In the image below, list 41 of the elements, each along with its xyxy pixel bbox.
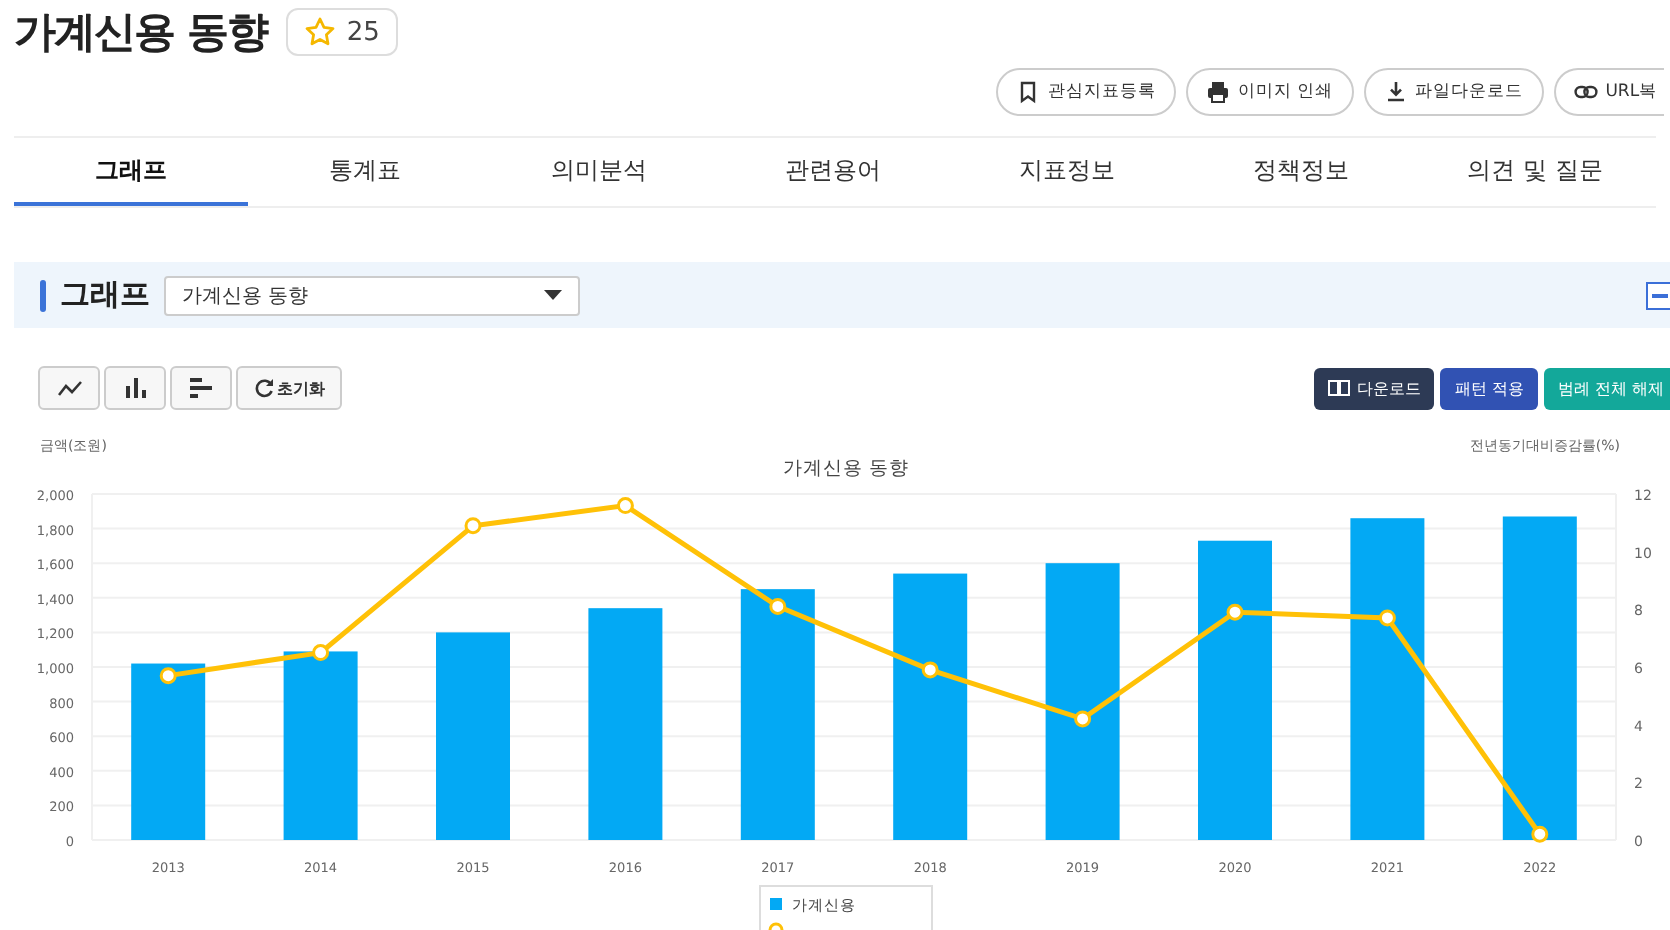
collapse-button[interactable] [1646,281,1670,309]
toolbar-button[interactable]: 패턴 적용 [1440,367,1538,409]
action-button[interactable]: URL복 [1553,68,1664,116]
chart-type-button[interactable] [38,366,100,410]
caret-down-icon [544,290,562,300]
data-point [1531,825,1549,843]
section-title: 그래프 [60,276,150,314]
chart-type-button[interactable] [104,366,166,410]
reset-button[interactable]: 초기화 [236,366,342,410]
bar-chart-icon [125,378,145,398]
data-point [921,661,939,679]
printer-icon [1206,80,1230,104]
legend-marker[interactable] [768,922,784,930]
data-point [1074,710,1092,728]
refresh-icon [253,378,273,398]
link-icon [1573,80,1598,104]
chart-title: 가계신용 동향 [782,458,910,480]
star-icon [304,16,337,48]
page-title: 가계신용 동향 [14,6,267,60]
bookmark-icon [1016,80,1040,104]
chart-type-button[interactable] [170,366,232,410]
data-point [312,644,330,662]
line-chart-icon [57,380,81,396]
data-point [1378,609,1396,627]
favorite-button[interactable]: 25 [286,8,398,56]
data-point [1226,603,1244,621]
data-point [464,517,482,535]
action-button[interactable]: 파일다운로드 [1363,68,1544,116]
action-button[interactable]: 관심지표등록 [996,68,1176,116]
legend-swatch[interactable] [770,898,782,910]
minus-icon [1652,293,1668,297]
data-point [616,497,634,515]
horizontal-bar-chart-icon [190,378,212,398]
data-point [159,667,177,685]
action-button[interactable]: 이미지 인쇄 [1186,68,1354,116]
book-icon [1328,380,1351,396]
download-icon [1383,80,1408,104]
toolbar-button[interactable]: 다운로드 [1314,367,1435,409]
data-point [769,597,787,615]
accent-bar [40,279,46,311]
chart-select-dropdown[interactable]: 가계신용 동향 [164,275,580,315]
